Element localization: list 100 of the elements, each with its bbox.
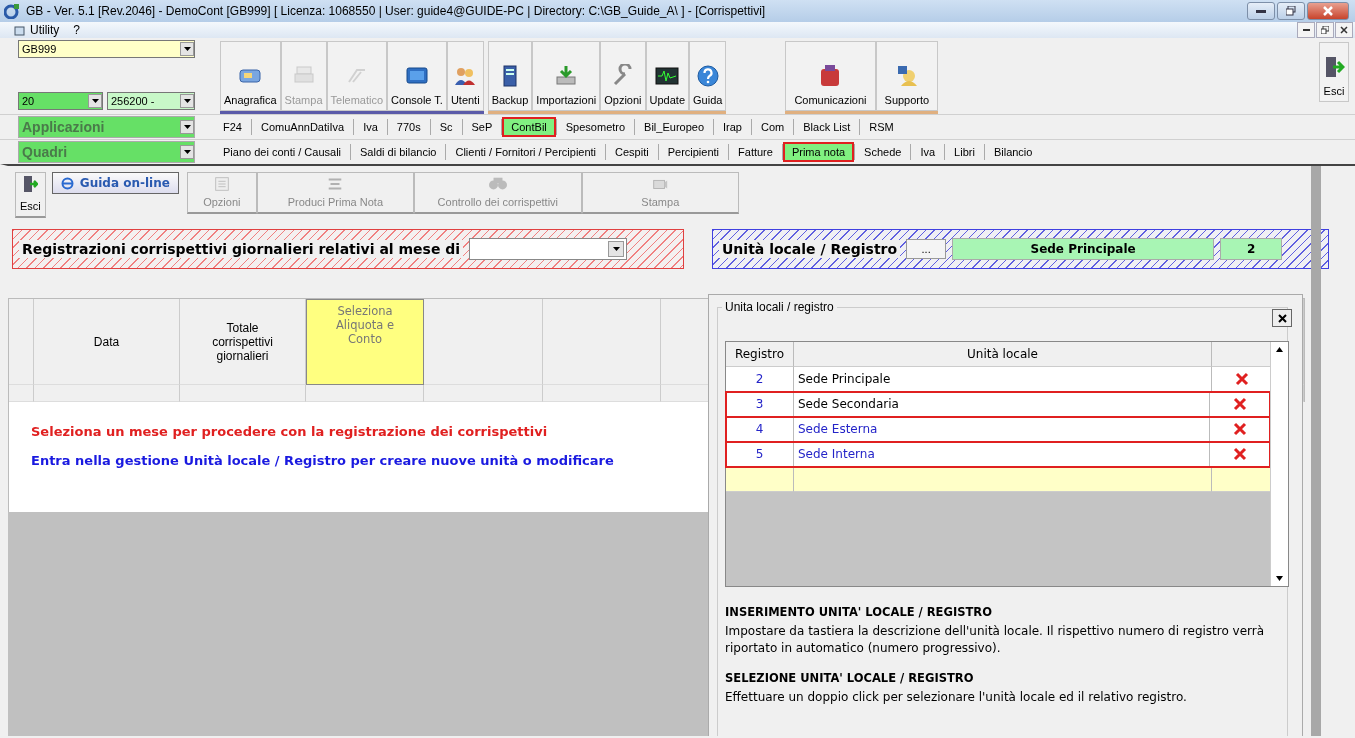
minimize-button[interactable]: [1297, 22, 1315, 38]
highlighted-row[interactable]: 5 Sede Interna: [726, 442, 1270, 467]
restore-icon: [1286, 6, 1296, 16]
close-icon: [1277, 313, 1287, 323]
exit-door-icon: [22, 175, 39, 193]
help-icon: [695, 64, 720, 88]
scroll-up-icon[interactable]: [1275, 347, 1284, 352]
module-tab[interactable]: Libri: [945, 142, 984, 162]
restore-icon: [1321, 26, 1329, 34]
module-tab[interactable]: Black List: [794, 117, 860, 137]
restore-button[interactable]: [1277, 2, 1305, 20]
table-cell: 3: [726, 392, 794, 417]
table-cell: 4: [726, 417, 794, 442]
register-field: 2: [1220, 238, 1283, 260]
column-header: Registro: [726, 342, 794, 367]
online-help-button[interactable]: Guida on-line: [51, 172, 179, 194]
instruction-message: Seleziona un mese per procedere con la registrazione dei corrispettivi: [31, 424, 548, 439]
table-row[interactable]: 2 Sede Principale: [726, 367, 1272, 392]
banner-label: Registrazioni corrispettivi giornalieri relativi al mese di: [19, 240, 464, 258]
app-logo-icon: [4, 3, 20, 19]
table-cell: Sede Principale: [794, 367, 1212, 392]
column-header: Data: [34, 299, 180, 385]
toolbar-button[interactable]: Update: [645, 41, 690, 111]
exit-button[interactable]: Esci: [1319, 42, 1349, 102]
toolbar-button[interactable]: Anagrafica: [220, 41, 281, 111]
module-tab[interactable]: F24: [214, 117, 251, 137]
company-dropdown[interactable]: GB999: [18, 40, 195, 58]
module-tab[interactable]: Prima nota: [782, 142, 855, 162]
module-tab[interactable]: Cespiti: [606, 142, 658, 162]
module-tab[interactable]: Piano dei conti / Causali: [214, 142, 350, 162]
module-tab[interactable]: Saldi di bilancio: [351, 142, 446, 162]
year-dropdown[interactable]: 20: [18, 92, 103, 110]
table-cell: Sede Esterna: [794, 417, 1210, 442]
table-cell: Sede Interna: [794, 442, 1210, 467]
module-tab[interactable]: ContBil: [502, 117, 556, 137]
toolbar-button[interactable]: Guida: [689, 41, 727, 111]
module-tab[interactable]: Clienti / Fornitori / Percipienti: [446, 142, 606, 162]
column-header: Unità locale: [794, 342, 1212, 367]
module-tab[interactable]: Sc: [430, 117, 462, 137]
code-dropdown[interactable]: 256200 -: [107, 92, 195, 110]
browser-icon: [60, 176, 74, 190]
unit-field: Sede Principale: [952, 238, 1215, 260]
window-title: GB - Ver. 5.1 [Rev.2046] - DemoCont [GB999] [ Licenza: 1068550 | User: guide4@GUIDE-PC | Directory: C:\GB_Guide_A\ ] - [Corrispettivi]: [26, 4, 766, 18]
delete-icon[interactable]: [1232, 397, 1247, 411]
module-tab[interactable]: SeP: [462, 117, 502, 137]
minimize-icon: [1256, 9, 1266, 13]
menu-item[interactable]: ?: [73, 23, 81, 37]
pulse-screen-icon: [655, 64, 680, 88]
module-tab[interactable]: Irap: [714, 117, 751, 137]
module-tab[interactable]: RSM: [860, 117, 903, 137]
table-cell: 5: [726, 442, 794, 467]
exit-door-icon: [1323, 55, 1345, 79]
scroll-down-icon[interactable]: [1275, 576, 1284, 581]
help-heading: INSERIMENTO UNITA' LOCALE / REGISTRO: [725, 605, 993, 619]
module-tab[interactable]: Com: [752, 117, 794, 137]
toolbar-button[interactable]: Comunicazioni: [785, 41, 876, 111]
delete-icon[interactable]: [1234, 372, 1249, 386]
new-entry-row[interactable]: [726, 467, 1272, 492]
close-icon: [1340, 26, 1348, 34]
delete-icon[interactable]: [1232, 422, 1247, 436]
scrollbar[interactable]: [1270, 342, 1288, 586]
close-button[interactable]: [1335, 22, 1353, 38]
instruction-message: Entra nella gestione Unità locale / Registro per creare nuove unità o modificare: [31, 453, 614, 468]
module-tab[interactable]: Percipienti: [658, 142, 729, 162]
minimize-button[interactable]: [1247, 2, 1275, 20]
help-heading: SELEZIONE UNITA' LOCALE / REGISTRO: [725, 671, 975, 685]
help-text: Effettuare un doppio click per selezionare l'unità locale ed il relativo registro.: [725, 689, 1188, 706]
toolbar-button[interactable]: Importazioni: [532, 41, 601, 111]
table-cell: 2: [726, 367, 794, 392]
module-tab[interactable]: Spesometro: [556, 117, 635, 137]
delete-icon[interactable]: [1232, 447, 1247, 461]
module-tab[interactable]: Bil_Europeo: [635, 117, 714, 137]
close-icon: [1323, 6, 1333, 16]
download-icon: [554, 64, 579, 88]
banner-label: Unità locale / Registro: [719, 240, 901, 258]
help-text: Impostare da tastiera la descrizione dell'unità locale. Il rispettivo numero di registro verrà riportato in automatico (numero progressivo).: [725, 623, 1266, 657]
toolbar-button[interactable]: Backup: [487, 41, 533, 111]
close-button[interactable]: [1272, 309, 1292, 327]
menu-item[interactable]: Utility: [30, 23, 60, 37]
highlighted-row[interactable]: 3 Sede Secondaria: [726, 392, 1270, 417]
scrollbar[interactable]: [1311, 166, 1321, 736]
exit-button[interactable]: Esci: [15, 172, 46, 218]
column-header: Seleziona Aliquota e Conto: [306, 299, 424, 385]
toolbar-button[interactable]: Opzioni: [600, 41, 646, 111]
module-tab[interactable]: Schede: [855, 142, 911, 162]
toolbar-button[interactable]: Utenti: [446, 41, 484, 111]
module-tab[interactable]: Bilancio: [984, 142, 1042, 162]
highlighted-row[interactable]: 4 Sede Esterna: [726, 417, 1270, 442]
module-tab[interactable]: Fatture: [729, 142, 782, 162]
minimize-icon: [1302, 29, 1310, 31]
module-tab[interactable]: Iva: [911, 142, 945, 162]
restore-button[interactable]: [1316, 22, 1334, 38]
utility-icon: [14, 24, 26, 36]
toolbar-button[interactable]: Supporto: [875, 41, 939, 111]
browse-button[interactable]: ...: [906, 239, 947, 259]
module-tab[interactable]: ComuAnnDatiIva: [251, 117, 354, 137]
module-tab[interactable]: Iva: [354, 117, 387, 137]
panel-title: Unita locali / registro: [722, 300, 837, 314]
toolbar-button[interactable]: Console T.: [387, 41, 447, 111]
module-tab[interactable]: 770s: [387, 117, 430, 137]
